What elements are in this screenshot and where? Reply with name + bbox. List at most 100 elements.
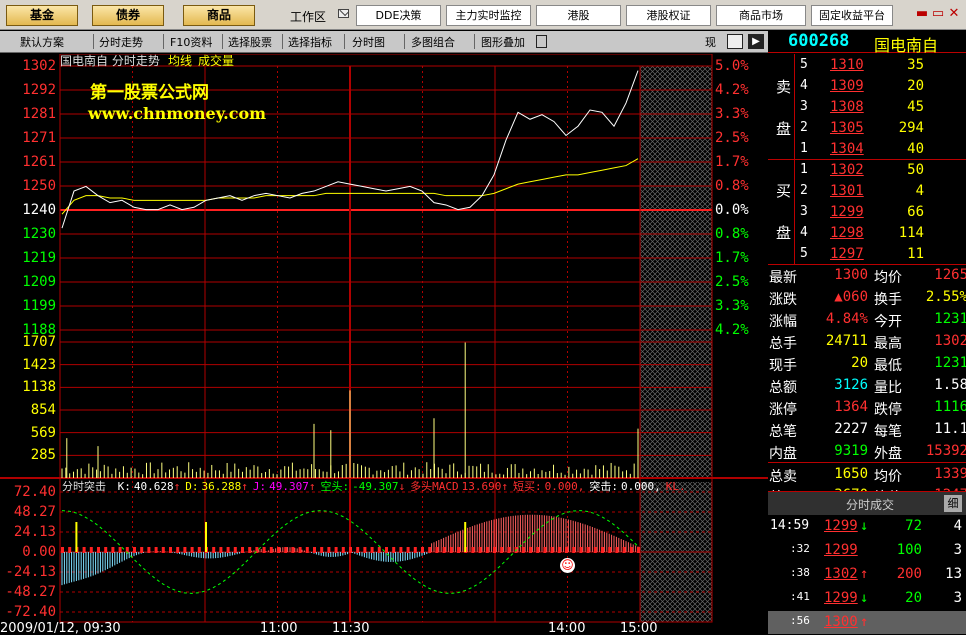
after-hours-hatch: [640, 66, 712, 478]
tick-row[interactable]: :56 1300 ↑: [768, 611, 966, 634]
indicator-number: 13.690: [461, 480, 502, 493]
lock-icon[interactable]: [536, 35, 547, 48]
intraday-chart[interactable]: [0, 54, 768, 635]
stat-value: 2227: [834, 421, 868, 437]
tick-row[interactable]: :32 1299 100 3: [768, 539, 966, 562]
minimize-icon[interactable]: ▬: [914, 6, 930, 22]
time-tick: 14:00: [548, 621, 586, 635]
hk-warrant-button[interactable]: 港股权证: [626, 5, 711, 26]
detail-button[interactable]: 细: [944, 495, 962, 512]
legend-volume: 成交量: [198, 54, 235, 68]
stats-row: 涨停 1364 跌停 1116: [768, 396, 966, 418]
commodity-market-button[interactable]: 商品市场: [716, 5, 806, 26]
stats-row: 总卖 1650 均价 1339: [768, 462, 966, 485]
indicator-arrow: ↑: [241, 480, 248, 493]
stat-value: 1300: [834, 267, 868, 283]
tick-price: 1302: [824, 566, 858, 582]
indicator-value: 突击:: [589, 480, 618, 493]
tb-now[interactable]: 现: [705, 34, 716, 50]
price-tick: 1219: [22, 250, 56, 266]
red-block: [262, 547, 266, 553]
tick-price: 1299: [824, 542, 858, 558]
tb-f10[interactable]: F10资料: [170, 34, 212, 50]
red-block: [284, 547, 288, 553]
ob-volume: 11: [907, 246, 924, 262]
tb-intraday[interactable]: 分时走势: [99, 34, 143, 50]
workspace-label[interactable]: 工作区: [290, 8, 326, 25]
indicator-number: 0.000,: [544, 480, 585, 493]
volume-tick: 1423: [22, 356, 56, 373]
indicator-number: 0.000,: [620, 480, 661, 493]
orderbook-row[interactable]: 1 1304 40: [768, 139, 966, 160]
red-block: [226, 547, 230, 553]
time-tick: 2009/01/12, 09:30: [0, 621, 121, 635]
indicator-values: 分时突击 K: 40.628↑ D: 36.288↑ J: 49.307↑ 空头: -49.3…: [62, 478, 689, 494]
indicator-tick: -72.40: [5, 604, 56, 620]
red-block: [183, 547, 187, 553]
nav-bond-button[interactable]: 债券: [92, 5, 164, 26]
indicator-value: KL.: [665, 480, 686, 493]
ticks-title[interactable]: 分时成交: [846, 496, 894, 513]
stat-value: 1302: [934, 333, 966, 349]
orderbook-row[interactable]: 5 1297 11: [768, 244, 966, 265]
tick-row[interactable]: :38 1302 ↑ 200 13: [768, 563, 966, 586]
ob-level: 5: [800, 57, 808, 72]
tb-default-scheme[interactable]: 默认方案: [20, 34, 64, 50]
volume-tick: 285: [30, 447, 56, 464]
tb-multi-chart[interactable]: 多图组合: [411, 34, 455, 50]
ob-volume: 114: [898, 225, 924, 241]
tb-separator: [282, 34, 283, 49]
red-block: [586, 547, 590, 553]
price-tick: 1261: [22, 154, 56, 170]
indicator-arrow: ↓: [398, 480, 406, 493]
nav-commodity-button[interactable]: 商品: [183, 5, 255, 26]
close-icon[interactable]: ✕: [946, 6, 962, 22]
nav-fund-button[interactable]: 基金: [6, 5, 78, 26]
stat-label: 现手: [769, 358, 797, 374]
tick-time: :32: [790, 542, 810, 555]
red-block: [298, 547, 302, 553]
red-block: [457, 547, 460, 553]
price-tick: 1240: [22, 202, 56, 218]
stat-value: 2.55%: [925, 289, 966, 305]
stat-label: 内盘: [769, 446, 797, 462]
window-icon[interactable]: [727, 34, 743, 49]
ob-price: 1305: [830, 120, 864, 136]
orderbook-row[interactable]: 3 1308 45: [768, 97, 966, 118]
hk-stock-button[interactable]: 港股: [536, 5, 621, 26]
stat-value: 1.58: [934, 377, 966, 393]
tick-row[interactable]: 14:59 1299 ↓ 72 4: [768, 515, 966, 538]
tb-select-indicator[interactable]: 选择指标: [288, 34, 332, 50]
red-block: [536, 547, 540, 553]
tb-overlay[interactable]: 图形叠加: [481, 34, 525, 50]
stat-value: 9319: [834, 443, 868, 459]
orderbook-row[interactable]: 4 1298 114: [768, 223, 966, 244]
orderbook-row[interactable]: 2 1305 294: [768, 118, 966, 139]
orderbook-row[interactable]: 4 1309 20: [768, 76, 966, 97]
tick-vol: 20: [905, 590, 922, 606]
pct-tick: 5.0%: [715, 58, 749, 74]
fixed-income-button[interactable]: 固定收益平台: [811, 5, 893, 26]
stat-value: 1231: [934, 311, 966, 327]
chart-toolbar: 默认方案 分时走势 F10资料 选择股票 选择指标 分时图 多图组合 图形叠加 …: [0, 31, 768, 53]
stat-label: 涨幅: [769, 314, 797, 330]
red-block: [370, 547, 374, 553]
orderbook-row[interactable]: 3 1299 66: [768, 202, 966, 223]
ob-volume: 4: [915, 183, 924, 199]
orderbook-row[interactable]: 5 1310 35: [768, 55, 966, 76]
dde-button[interactable]: DDE决策: [356, 5, 441, 26]
main-force-monitor-button[interactable]: 主力实时监控: [446, 5, 531, 26]
restore-icon[interactable]: ▭: [930, 6, 946, 22]
tb-intraday-chart[interactable]: 分时图: [352, 34, 385, 50]
stat-label: 量比: [874, 380, 902, 396]
ob-level: 5: [800, 246, 808, 261]
tick-row[interactable]: :41 1299 ↓ 20 3: [768, 587, 966, 610]
orderbook-row[interactable]: 2 1301 4: [768, 181, 966, 202]
mail-icon[interactable]: [338, 9, 349, 18]
indicator-tick: -24.13: [5, 564, 56, 580]
orderbook-row[interactable]: 1 1302 50: [768, 160, 966, 181]
tick-price: 1299: [824, 518, 858, 534]
chart-area[interactable]: 国电南自 分时走势 均线 成交量 第一股票公式网 www.chnmoney.co…: [0, 54, 768, 635]
tb-select-stock[interactable]: 选择股票: [228, 34, 272, 50]
play-icon[interactable]: ▶: [748, 34, 764, 49]
